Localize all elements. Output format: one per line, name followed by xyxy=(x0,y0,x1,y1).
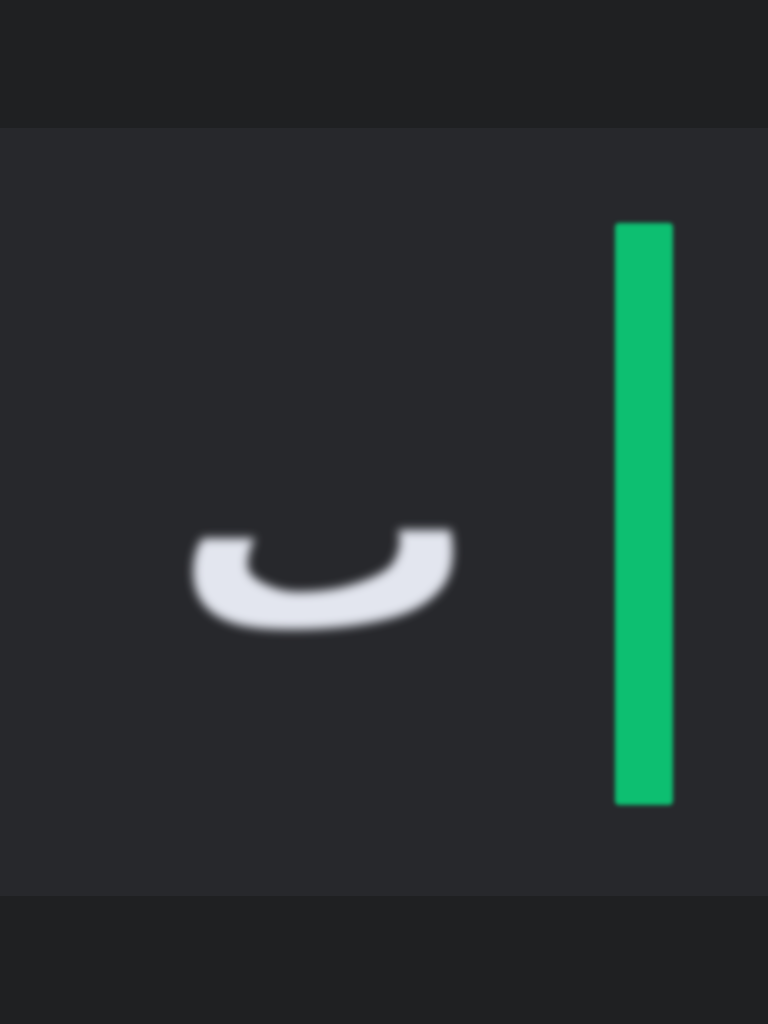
bottom-divider-band xyxy=(0,896,768,1024)
row-label: ب xyxy=(174,405,476,645)
active-indicator-bar xyxy=(615,223,673,805)
app-screen: ب xyxy=(0,0,768,1024)
top-divider-band xyxy=(0,0,768,128)
